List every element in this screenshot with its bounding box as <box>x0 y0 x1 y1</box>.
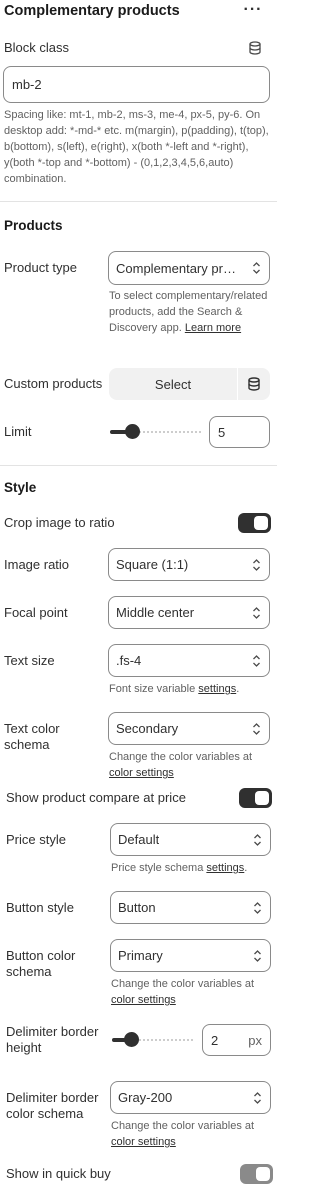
block-class-input[interactable]: mb-2 <box>3 66 270 103</box>
block-class-label: Block class <box>4 40 70 55</box>
price-style-value: Default <box>118 832 160 847</box>
delimiter-border-height-input[interactable]: 2 px <box>202 1024 271 1056</box>
text-color-schema-label: Text color schema <box>4 721 60 752</box>
more-horizontal-icon[interactable]: ··· <box>243 2 263 22</box>
select-products-button[interactable]: Select <box>109 368 237 400</box>
delimiter-border-height-label: Delimiter border height <box>6 1024 99 1055</box>
color-settings-link[interactable]: color settings <box>111 1134 273 1150</box>
style-section-title: Style <box>4 480 37 495</box>
button-color-schema-select[interactable]: Primary <box>110 939 271 972</box>
limit-slider-track[interactable] <box>134 430 202 434</box>
limit-label: Limit <box>4 424 32 439</box>
button-style-value: Button <box>118 900 156 915</box>
button-style-select[interactable]: Button <box>110 891 271 924</box>
show-compare-price-label: Show product compare at price <box>6 790 186 805</box>
product-type-value: Complementary products <box>116 260 243 276</box>
chevron-up-down-icon <box>253 654 260 667</box>
database-icon <box>248 377 260 391</box>
text-color-schema-value: Secondary <box>116 721 179 736</box>
chevron-up-down-icon <box>253 722 260 735</box>
delimiter-border-color-value: Gray-200 <box>118 1090 173 1105</box>
text-size-label: Text size <box>4 653 55 668</box>
text-size-value: .fs-4 <box>116 653 142 668</box>
price-style-help: Price style schema settings. <box>111 862 248 874</box>
text-color-schema-select[interactable]: Secondary <box>108 712 270 745</box>
delimiter-border-color-help: Change the color variables at color sett… <box>111 1118 273 1150</box>
delimiter-border-color-select[interactable]: Gray-200 <box>110 1081 271 1114</box>
delimiter-slider-handle[interactable] <box>124 1032 139 1047</box>
unit-label: px <box>248 1032 262 1048</box>
panel-title: Complementary products <box>4 3 180 19</box>
crop-image-label: Crop image to ratio <box>4 515 115 530</box>
button-color-schema-help: Change the color variables at color sett… <box>111 976 273 1008</box>
focal-point-select[interactable]: Middle center <box>108 596 270 629</box>
price-style-select[interactable]: Default <box>110 823 271 856</box>
chevron-up-down-icon <box>254 833 261 846</box>
button-color-schema-value: Primary <box>118 948 163 963</box>
product-type-help: To select complementary/related products… <box>109 290 268 334</box>
learn-more-link[interactable]: Learn more <box>185 322 241 334</box>
block-class-help: Spacing like: mt-1, mb-2, ms-3, me-4, px… <box>4 109 269 185</box>
chevron-up-down-icon <box>253 262 260 274</box>
image-ratio-label: Image ratio <box>4 557 70 572</box>
button-style-label: Button style <box>6 900 74 915</box>
text-size-select[interactable]: .fs-4 <box>108 644 270 677</box>
limit-input[interactable]: 5 <box>209 416 270 448</box>
text-color-schema-help: Change the color variables at color sett… <box>109 749 271 781</box>
product-type-select[interactable]: Complementary products <box>108 251 270 285</box>
chevron-up-down-icon <box>254 1091 261 1104</box>
chevron-up-down-icon <box>254 901 261 914</box>
focal-point-value: Middle center <box>116 605 195 620</box>
custom-products-label: Custom products <box>4 376 103 391</box>
chevron-up-down-icon <box>253 558 260 571</box>
color-settings-link[interactable]: color settings <box>111 992 273 1008</box>
chevron-up-down-icon <box>254 949 261 962</box>
delimiter-slider-track[interactable] <box>134 1038 194 1042</box>
show-compare-price-toggle[interactable] <box>239 788 272 808</box>
focal-point-label: Focal point <box>4 605 68 620</box>
database-button[interactable] <box>238 368 270 400</box>
chevron-up-down-icon <box>253 606 260 619</box>
color-settings-link[interactable]: color settings <box>109 765 271 781</box>
show-quick-buy-label: Show in quick buy <box>6 1166 111 1181</box>
image-ratio-select[interactable]: Square (1:1) <box>108 548 270 581</box>
delimiter-border-color-label: Delimiter border color schema <box>6 1090 99 1121</box>
delimiter-height-value: 2 <box>211 1032 219 1048</box>
product-type-label: Product type <box>4 260 77 275</box>
font-settings-link[interactable]: settings <box>198 683 236 695</box>
divider <box>0 201 277 202</box>
divider <box>0 465 277 466</box>
text-size-help: Font size variable settings. <box>109 683 240 695</box>
button-color-schema-label: Button color schema <box>6 948 76 979</box>
limit-slider-handle[interactable] <box>125 424 140 439</box>
database-icon[interactable] <box>248 41 262 55</box>
image-ratio-value: Square (1:1) <box>116 557 189 572</box>
price-style-label: Price style <box>6 832 66 847</box>
price-settings-link[interactable]: settings <box>206 862 244 874</box>
show-quick-buy-toggle[interactable] <box>240 1164 273 1184</box>
products-section-title: Products <box>4 218 63 233</box>
crop-image-toggle[interactable] <box>238 513 271 533</box>
